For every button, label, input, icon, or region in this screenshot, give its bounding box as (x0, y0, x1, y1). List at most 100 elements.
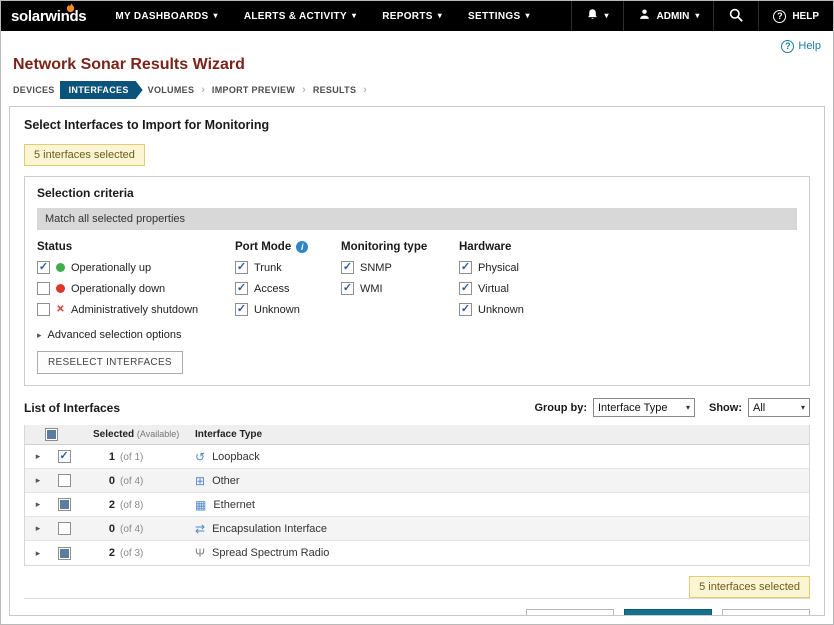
monitoring-type-column: Monitoring type ✓ SNMP ✓ WMI (341, 241, 459, 316)
back-button[interactable]: BACK (526, 609, 614, 616)
row-checkbox[interactable] (58, 522, 71, 535)
virtual-checkbox[interactable]: ✓ (459, 282, 472, 295)
row-checkbox[interactable]: ✓ (58, 450, 71, 463)
criteria-item-label: Administratively shutdown (71, 304, 198, 316)
expand-icon[interactable]: ▸ (36, 476, 41, 485)
step-import-preview[interactable]: IMPORT PREVIEW (212, 85, 295, 95)
selected-column-header: Selected (Available) (77, 429, 183, 440)
chevron-down-icon: ▾ (214, 12, 218, 20)
criteria-item-port-unknown: ✓ Unknown (235, 303, 341, 316)
nav-spacer (543, 1, 571, 31)
table-header: Selected (Available) Interface Type (25, 425, 809, 445)
show-label: Show: (709, 402, 742, 414)
nav-label: SETTINGS (468, 11, 520, 22)
criteria-item-operationally-down: Operationally down (37, 282, 235, 295)
nav-help-button[interactable]: ? HELP (758, 1, 833, 31)
admin-menu[interactable]: ADMIN ▾ (623, 1, 714, 31)
step-results[interactable]: RESULTS (313, 85, 356, 95)
reselect-interfaces-button[interactable]: RESELECT INTERFACES (37, 351, 183, 374)
selected-count: 0 (101, 475, 115, 487)
expand-icon: ▸ (37, 331, 42, 340)
radio-antenna-icon: Ψ (195, 547, 205, 559)
interface-type-label: Ethernet (213, 499, 255, 511)
physical-checkbox[interactable]: ✓ (459, 261, 472, 274)
info-icon[interactable]: i (296, 241, 308, 253)
row-checkbox[interactable] (58, 474, 71, 487)
criteria-item-hardware-unknown: ✓ Unknown (459, 303, 589, 316)
status-column: Status ✓ Operationally up Operationally … (37, 241, 235, 316)
wmi-checkbox[interactable]: ✓ (341, 282, 354, 295)
table-row-encapsulation[interactable]: ▸ 0 (of 4) ⇄ Encapsulation Interface (25, 517, 809, 541)
search-button[interactable] (713, 1, 758, 31)
partial-check-icon (47, 430, 56, 439)
operationally-up-checkbox[interactable]: ✓ (37, 261, 50, 274)
trunk-checkbox[interactable]: ✓ (235, 261, 248, 274)
criteria-item-access: ✓ Access (235, 282, 341, 295)
step-devices[interactable]: DEVICES (13, 85, 55, 95)
table-row-loopback[interactable]: ▸ ✓ 1 (of 1) ↺ Loopback (25, 445, 809, 469)
administratively-shutdown-checkbox[interactable] (37, 303, 50, 316)
cancel-button[interactable]: CANCEL (722, 609, 810, 616)
chevron-separator-icon: › (363, 84, 367, 96)
interface-type-label: Encapsulation Interface (212, 523, 327, 535)
criteria-title: Selection criteria (37, 186, 797, 200)
solarwinds-logo[interactable]: solarwinds (1, 1, 102, 31)
help-row: ? Help (1, 31, 833, 53)
nav-settings[interactable]: SETTINGS ▾ (455, 1, 543, 31)
show-select[interactable]: All ▾ (748, 398, 810, 417)
select-all-checkbox[interactable] (45, 428, 58, 441)
table-row-spread-spectrum-radio[interactable]: ▸ 2 (of 3) Ψ Spread Spectrum Radio (25, 541, 809, 565)
monitoring-type-column-title: Monitoring type (341, 241, 459, 253)
nav-right: ▾ ADMIN ▾ ? HELP (571, 1, 833, 31)
interface-type-cell: ⊞ Other (183, 475, 809, 487)
other-interface-icon: ⊞ (195, 475, 205, 487)
available-count: (of 4) (120, 476, 143, 487)
chevron-separator-icon: › (302, 84, 306, 96)
step-interfaces[interactable]: INTERFACES (60, 81, 143, 99)
interface-type-cell: ↺ Loopback (183, 451, 809, 463)
expand-icon[interactable]: ▸ (36, 549, 41, 558)
available-header-label: (Available) (137, 429, 179, 439)
advanced-selection-options[interactable]: ▸ Advanced selection options (37, 329, 797, 341)
criteria-item-trunk: ✓ Trunk (235, 261, 341, 274)
help-circle-icon: ? (781, 40, 794, 53)
chevron-down-icon: ▾ (605, 12, 609, 20)
operationally-down-checkbox[interactable] (37, 282, 50, 295)
hardware-unknown-checkbox[interactable]: ✓ (459, 303, 472, 316)
row-checkbox[interactable] (58, 498, 71, 511)
criteria-item-operationally-up: ✓ Operationally up (37, 261, 235, 274)
nav-reports[interactable]: REPORTS ▾ (369, 1, 455, 31)
group-by-select[interactable]: Interface Type ▾ (593, 398, 695, 417)
chevron-down-icon: ▾ (695, 12, 699, 20)
expand-icon[interactable]: ▸ (36, 452, 41, 461)
criteria-item-physical: ✓ Physical (459, 261, 589, 274)
row-checkbox[interactable] (58, 547, 71, 560)
nav-alerts-activity[interactable]: ALERTS & ACTIVITY ▾ (231, 1, 369, 31)
chevron-separator-icon: › (201, 84, 205, 96)
notifications-button[interactable]: ▾ (571, 1, 623, 31)
step-volumes[interactable]: VOLUMES (148, 85, 195, 95)
list-title: List of Interfaces (24, 401, 120, 415)
next-button[interactable]: NEXT (624, 609, 712, 616)
available-count: (of 3) (120, 548, 143, 559)
selected-count-cell: 0 (of 4) (77, 475, 183, 487)
table-row-ethernet[interactable]: ▸ 2 (of 8) ▦ Ethernet (25, 493, 809, 517)
snmp-checkbox[interactable]: ✓ (341, 261, 354, 274)
criteria-item-snmp: ✓ SNMP (341, 261, 459, 274)
port-unknown-checkbox[interactable]: ✓ (235, 303, 248, 316)
nav-my-dashboards[interactable]: MY DASHBOARDS ▾ (102, 1, 231, 31)
match-properties-bar: Match all selected properties (37, 208, 797, 230)
help-link[interactable]: ? Help (781, 40, 821, 53)
list-header-row: List of Interfaces Group by: Interface T… (24, 398, 810, 417)
access-checkbox[interactable]: ✓ (235, 282, 248, 295)
selected-count-cell: 2 (of 3) (77, 547, 183, 559)
criteria-item-label: Operationally down (71, 283, 165, 295)
nav-help-label: HELP (792, 11, 819, 22)
table-row-other[interactable]: ▸ 0 (of 4) ⊞ Other (25, 469, 809, 493)
interface-type-column-header: Interface Type (183, 429, 809, 440)
chevron-down-icon: ▾ (801, 403, 805, 412)
criteria-item-label: Unknown (254, 304, 300, 316)
expand-icon[interactable]: ▸ (36, 524, 41, 533)
expand-icon[interactable]: ▸ (36, 500, 41, 509)
status-up-icon (56, 263, 65, 272)
